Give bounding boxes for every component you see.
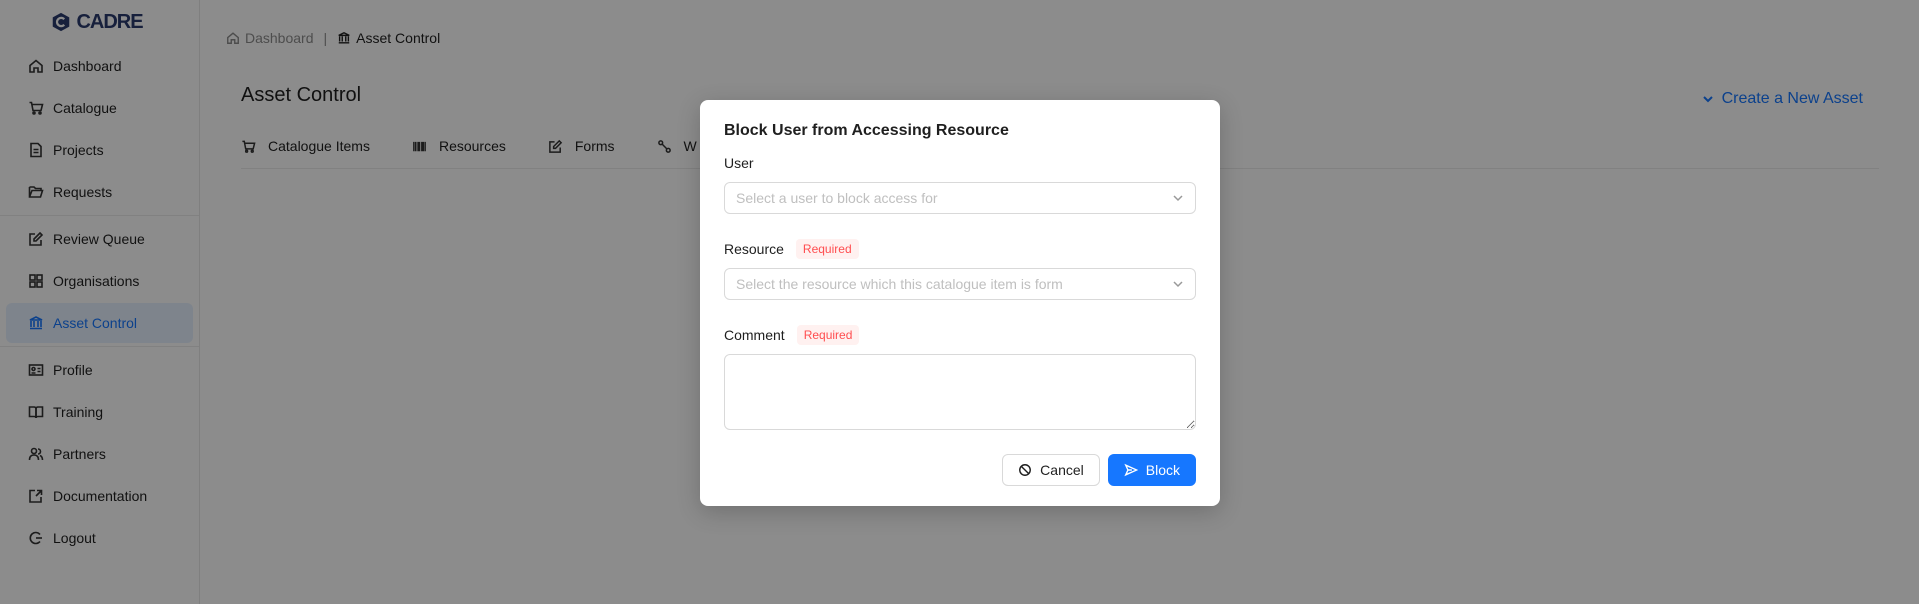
- user-label: User: [724, 152, 1196, 174]
- user-select[interactable]: Select a user to block access for: [724, 182, 1196, 214]
- block-button[interactable]: Block: [1107, 454, 1196, 486]
- comment-label-text: Comment: [724, 327, 785, 343]
- block-button-label: Block: [1145, 462, 1180, 478]
- resource-label: Resource Required: [724, 238, 1196, 260]
- block-user-modal: Block User from Accessing Resource User …: [700, 100, 1220, 506]
- cancel-button[interactable]: Cancel: [1002, 454, 1100, 486]
- stop-icon: [1019, 464, 1032, 476]
- comment-field: Comment Required: [724, 324, 1196, 435]
- modal-footer: Cancel Block: [1002, 454, 1196, 486]
- comment-textarea[interactable]: [724, 354, 1196, 430]
- chevron-down-icon: [1173, 195, 1183, 202]
- required-tag: Required: [795, 239, 859, 259]
- cancel-button-label: Cancel: [1040, 462, 1084, 478]
- user-field: User Select a user to block access for: [724, 152, 1196, 214]
- resource-select[interactable]: Select the resource which this catalogue…: [724, 268, 1196, 300]
- required-tag: Required: [796, 325, 860, 345]
- resource-select-placeholder: Select the resource which this catalogue…: [736, 276, 1063, 292]
- comment-label: Comment Required: [724, 324, 1196, 346]
- send-icon: [1124, 463, 1138, 477]
- modal-title: Block User from Accessing Resource: [724, 122, 1009, 139]
- resource-field: Resource Required Select the resource wh…: [724, 238, 1196, 300]
- resource-label-text: Resource: [724, 241, 784, 257]
- chevron-down-icon: [1173, 281, 1183, 288]
- user-label-text: User: [724, 155, 754, 171]
- user-select-placeholder: Select a user to block access for: [736, 190, 938, 206]
